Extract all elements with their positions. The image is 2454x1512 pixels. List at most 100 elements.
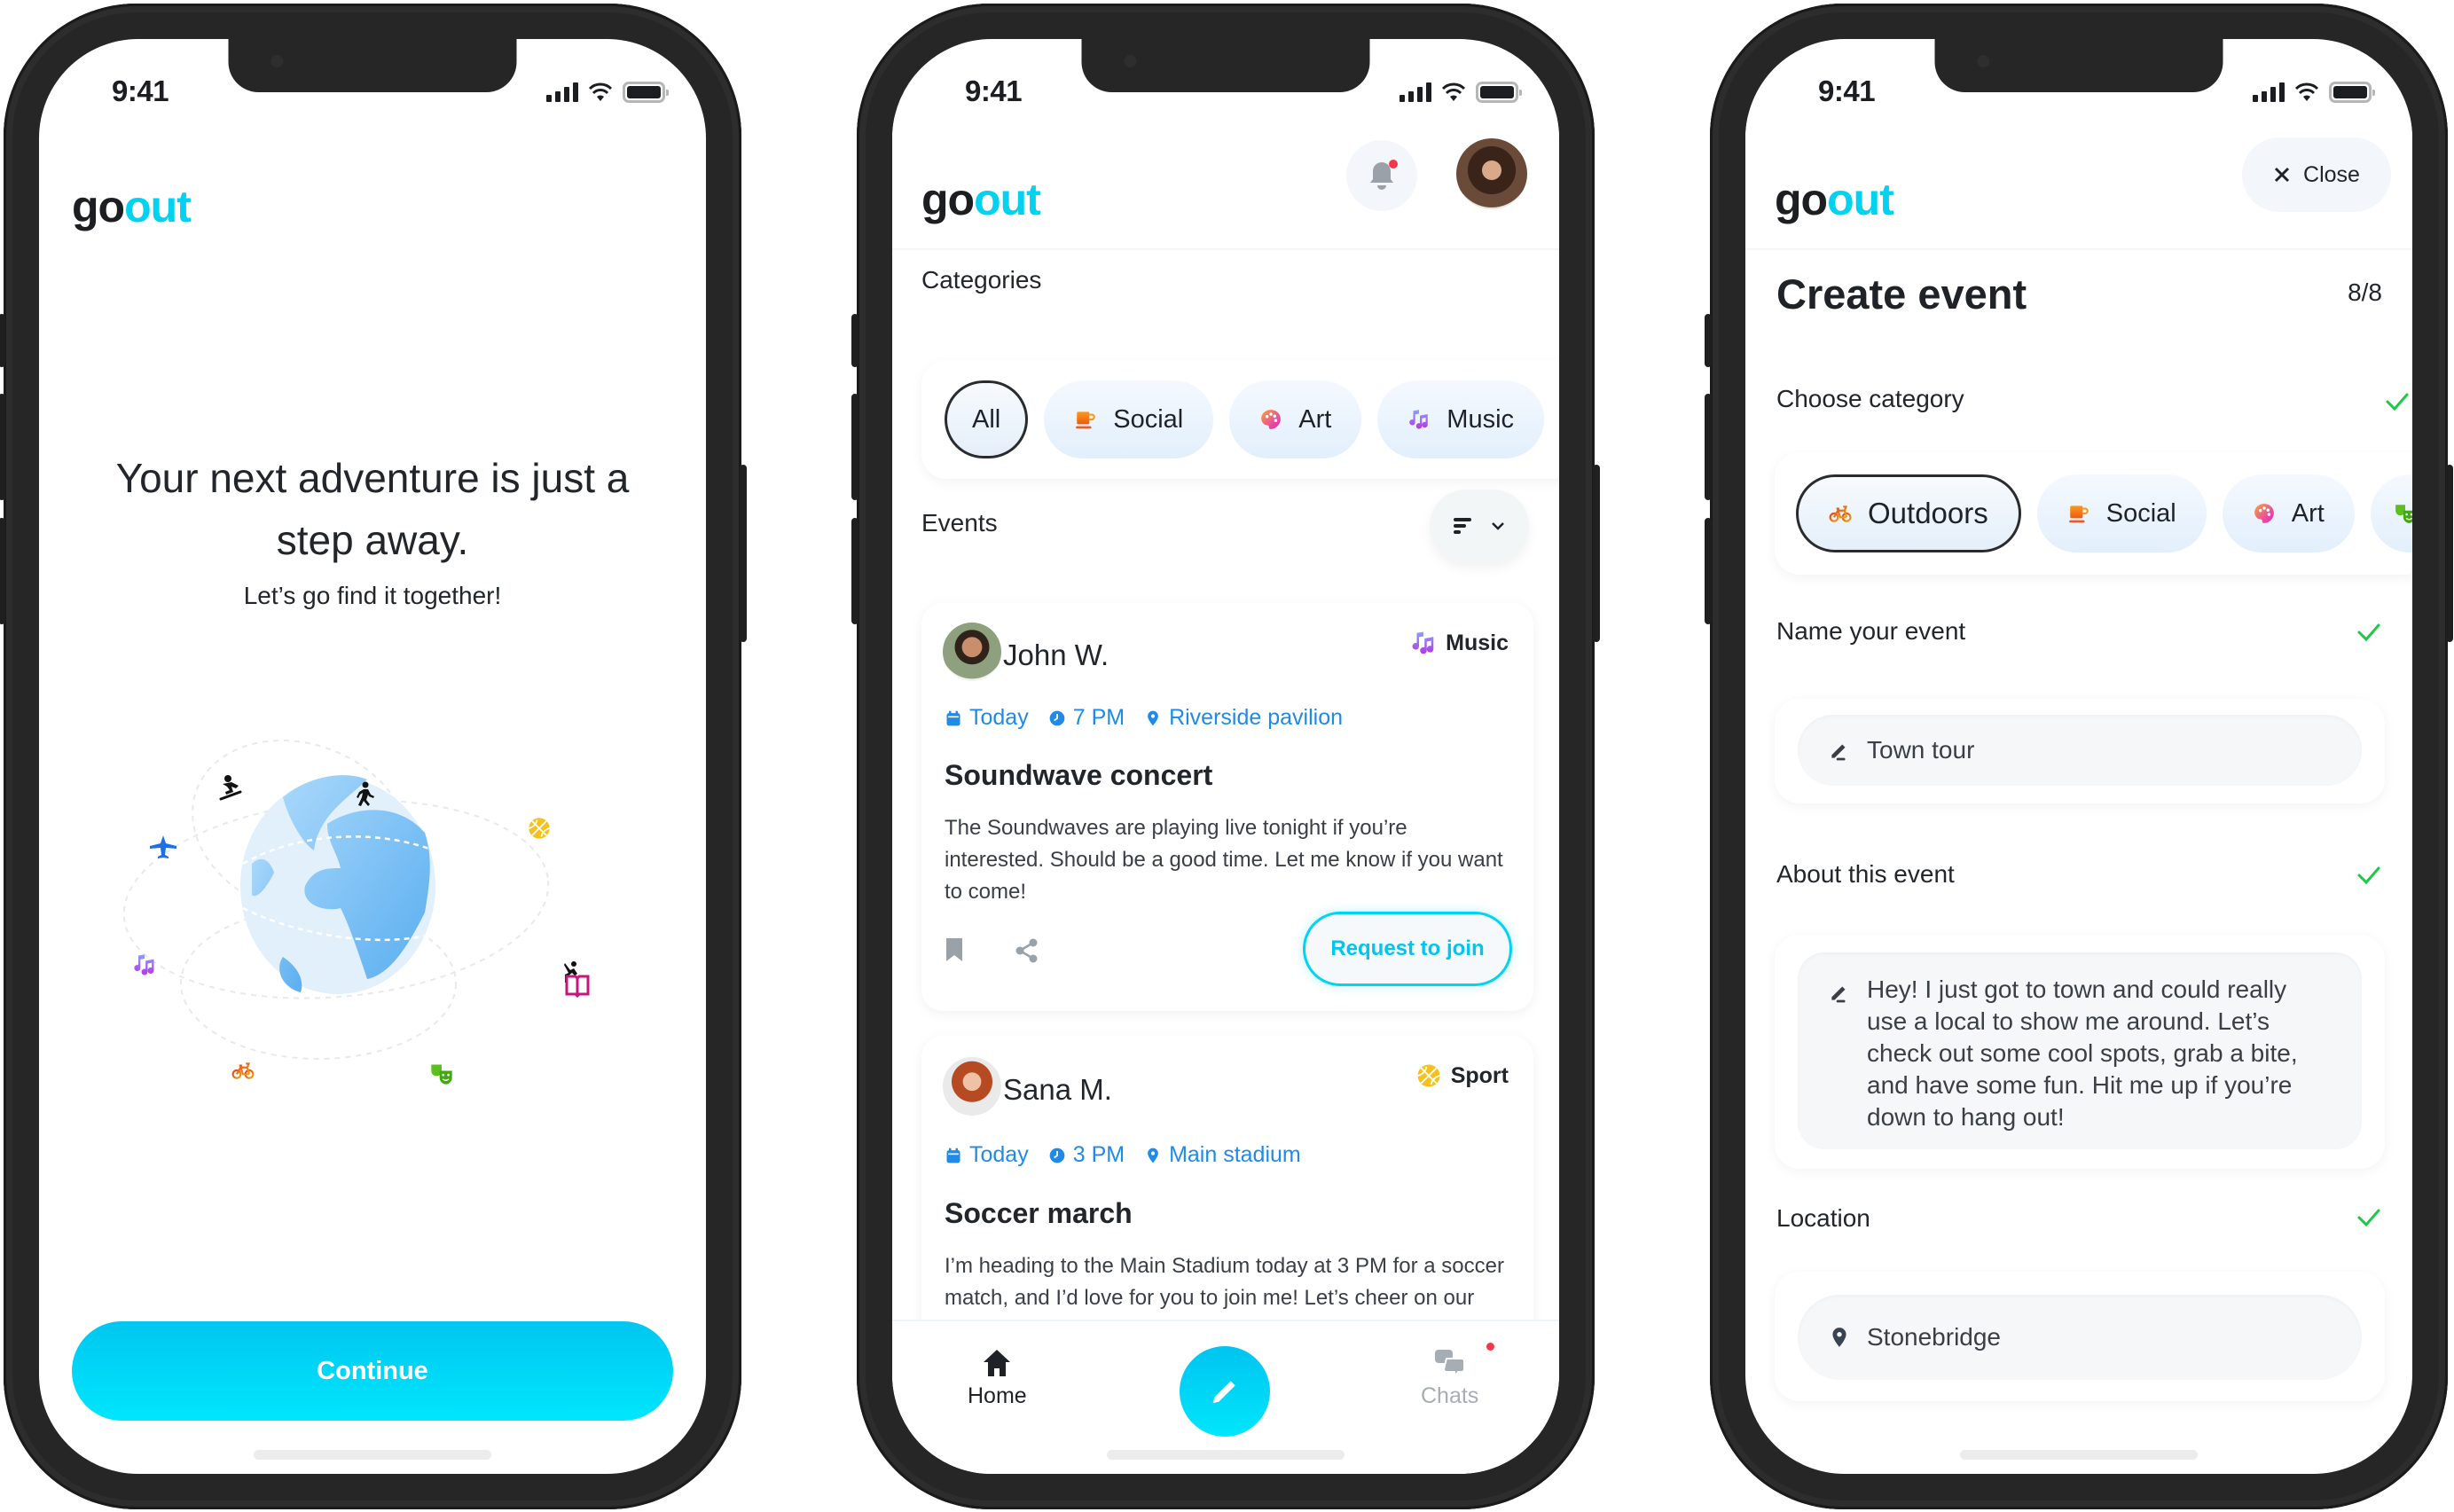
basketball-icon [1415, 1062, 1442, 1089]
share-icon[interactable] [1015, 938, 1039, 963]
signal-icon [1399, 82, 1431, 102]
music-icon [1407, 408, 1431, 431]
page-title: Create event [1776, 270, 2027, 317]
event-meta: Today 7 PM Riverside pavilion [945, 705, 1352, 731]
bicycle-icon [1829, 502, 1852, 525]
status-time: 9:41 [965, 74, 1023, 107]
app-logo: goout [921, 175, 1041, 224]
name-event-label: Name your event [1776, 617, 1966, 645]
check-icon [2357, 623, 2380, 642]
event-title: Soundwave concert [945, 759, 1213, 791]
power-button [740, 465, 747, 642]
wifi-icon [588, 82, 613, 101]
chat-bubbles-icon [1434, 1350, 1465, 1378]
volume-down-button [0, 518, 5, 624]
battery-icon [623, 82, 669, 103]
location-pin-icon [1828, 1325, 1851, 1350]
status-time: 9:41 [1818, 74, 1876, 107]
home-indicator [1107, 1450, 1345, 1460]
location-pin-icon [1144, 1146, 1162, 1165]
categories-label: Categories [921, 266, 1042, 294]
pencil-icon [1212, 1381, 1235, 1404]
category-chip-social[interactable]: Social [1044, 380, 1214, 458]
continue-button[interactable]: Continue [72, 1321, 673, 1421]
event-name-input[interactable]: Town tour [1798, 715, 2362, 786]
event-date: Today [969, 705, 1029, 730]
volume-up-button [851, 394, 859, 500]
event-host-name: John W. [1003, 638, 1109, 671]
battery-icon [2329, 82, 2375, 103]
check-icon [2357, 1208, 2380, 1227]
name-field-card: Town tour [1775, 699, 2385, 803]
location-input[interactable]: Stonebridge [1798, 1295, 2362, 1380]
tab-home[interactable]: Home [968, 1348, 1027, 1409]
globe-icon [240, 775, 435, 994]
location-label: Location [1776, 1204, 1870, 1232]
event-description: The Soundwaves are playing live tonight … [945, 816, 1503, 904]
pencil-icon [1828, 739, 1851, 762]
category-chip-theater[interactable] [2370, 474, 2412, 552]
unread-badge [1486, 1343, 1495, 1351]
about-event-label: About this event [1776, 860, 1955, 888]
category-chip-all[interactable]: All [945, 380, 1029, 458]
close-button[interactable]: Close [2242, 137, 2391, 212]
user-avatar [943, 1057, 1001, 1116]
music-icon [134, 954, 154, 975]
theater-masks-icon [430, 1063, 453, 1085]
bookmark-icon[interactable] [946, 938, 962, 961]
calendar-icon [945, 1147, 962, 1164]
side-button [1705, 314, 1712, 367]
category-chip-social[interactable]: Social [2036, 474, 2207, 552]
step-counter: 8/8 [2348, 278, 2382, 306]
event-description-textarea[interactable]: Hey! I just got to town and could really… [1798, 952, 2362, 1149]
power-button [1593, 465, 1600, 642]
home-indicator [254, 1450, 491, 1460]
event-time: 7 PM [1072, 705, 1125, 730]
volume-up-button [0, 394, 5, 500]
screen: 9:41 goout Close Create event 8/8 Choose… [1745, 39, 2412, 1474]
sort-icon [1454, 518, 1471, 534]
onboarding-subheadline: Let’s go find it together! [243, 582, 502, 609]
event-title: Soccer march [945, 1197, 1133, 1229]
request-to-join-button[interactable]: Request to join [1303, 912, 1512, 986]
home-icon [984, 1350, 1011, 1376]
screen: 9:41 goout Categories All Social Art Mus… [892, 39, 1559, 1474]
category-selector: Outdoors Social Art [1775, 452, 2412, 575]
category-chip-art[interactable]: Art [2222, 474, 2355, 552]
profile-avatar[interactable] [1456, 138, 1527, 209]
wifi-icon [1441, 82, 1466, 101]
bicycle-icon [231, 1062, 255, 1079]
app-logo: goout [72, 182, 192, 231]
event-card[interactable]: John W. Music Today 7 PM Riverside pavil… [921, 603, 1533, 1011]
location-field-card: Stonebridge [1775, 1272, 2385, 1401]
pencil-icon [1828, 981, 1851, 1004]
volume-down-button [1705, 518, 1712, 624]
status-time: 9:41 [112, 74, 169, 107]
onboarding-headline: Your next adventure is just a step away. [115, 455, 630, 563]
close-icon [2274, 167, 2290, 183]
status-bar: 9:41 [39, 71, 706, 115]
sort-dropdown[interactable] [1430, 490, 1529, 562]
signal-icon [2253, 82, 2285, 102]
volume-up-button [1705, 394, 1712, 500]
coffee-cup-icon [2067, 502, 2090, 525]
event-meta: Today 3 PM Main stadium [945, 1142, 1310, 1168]
category-chip-art[interactable]: Art [1229, 380, 1362, 458]
calendar-icon [945, 709, 962, 727]
category-filter-bar: All Social Art Music [921, 360, 1559, 479]
category-chip-music[interactable]: Music [1377, 380, 1545, 458]
create-event-button[interactable] [1180, 1346, 1270, 1437]
user-avatar [943, 623, 1001, 681]
event-date: Today [969, 1142, 1029, 1167]
globe-illustration [122, 740, 590, 1085]
clock-icon [1048, 1147, 1066, 1164]
palette-icon [1259, 408, 1282, 431]
snowboarding-icon [219, 775, 242, 801]
check-icon [2386, 392, 2409, 411]
event-location: Main stadium [1169, 1142, 1301, 1167]
category-chip-outdoors[interactable]: Outdoors [1796, 474, 2021, 552]
chevron-down-icon [1492, 522, 1504, 530]
notifications-button[interactable] [1346, 140, 1417, 211]
tab-chats[interactable]: Chats [1421, 1343, 1495, 1409]
basketball-icon [528, 817, 551, 840]
